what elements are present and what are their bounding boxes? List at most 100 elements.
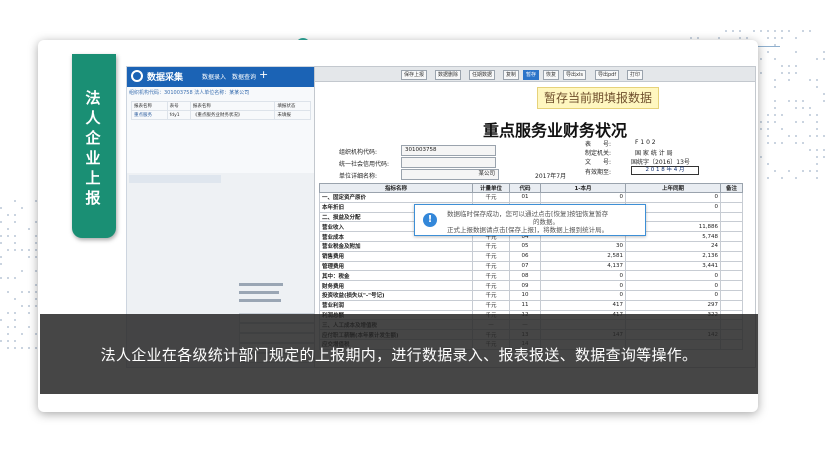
table-cell: 05	[510, 241, 541, 251]
section-tab-char: 法	[72, 88, 116, 108]
value-cell[interactable]: 30	[541, 241, 626, 251]
value-cell[interactable]: 24	[626, 241, 721, 251]
value-cell[interactable]: 2,136	[626, 251, 721, 261]
table-cell: 10	[510, 290, 541, 300]
table-row: 财务费用 千元 09 0 0	[320, 281, 743, 291]
table-cell: 06	[510, 251, 541, 261]
agency-label: 制定机关:	[585, 148, 611, 157]
table-cell: 投资收益(损失以"-"号记)	[320, 290, 473, 300]
table-cell[interactable]: 重点服务	[132, 111, 168, 120]
remark-cell[interactable]	[721, 290, 743, 300]
table-cell: 07	[510, 261, 541, 271]
value-cell[interactable]: 2,581	[541, 251, 626, 261]
value-cell[interactable]: 297	[626, 300, 721, 310]
expiry-label: 有效期至:	[585, 167, 611, 176]
value-cell[interactable]: 417	[541, 300, 626, 310]
dialog-text-line3: 正式上报数据请点击[保存上报]，将数据上报到统计局。	[447, 224, 608, 234]
table-cell: 营业利润	[320, 300, 473, 310]
value-cell[interactable]: 0	[626, 271, 721, 281]
value-cell[interactable]: 0	[541, 290, 626, 300]
value-cell[interactable]: 0	[626, 290, 721, 300]
table-cell: 千元	[473, 281, 510, 291]
table-row: 一、固定资产原价 千元 01 0 0	[320, 193, 743, 203]
stash-tooltip: 暂存当前期填报数据	[537, 87, 659, 109]
remark-cell[interactable]	[721, 212, 743, 222]
unit-name-field[interactable]: 某公司	[401, 169, 499, 180]
value-cell[interactable]: 4,137	[541, 261, 626, 271]
value-cell[interactable]: 3,441	[626, 261, 721, 271]
toolbar-button-export-xls[interactable]: 导出xls	[563, 70, 586, 80]
table-row: 营业利润 千元 11 417 297	[320, 300, 743, 310]
app-header: 数据采集 数据录入 数据查询 +	[127, 67, 315, 87]
org-code-field[interactable]: 301003758	[401, 145, 496, 156]
table-cell: 08	[510, 271, 541, 281]
table-header-cell: 表号	[167, 102, 190, 111]
table-cell: 千元	[473, 241, 510, 251]
toolbar-button-stash[interactable]: 暂存	[523, 70, 539, 80]
remark-cell[interactable]	[721, 271, 743, 281]
background-form-tab	[129, 175, 221, 183]
remark-cell[interactable]	[721, 193, 743, 203]
placeholder-line	[239, 291, 279, 294]
remark-cell[interactable]	[721, 281, 743, 291]
table-header-cell: 报表名称	[190, 102, 274, 111]
value-cell[interactable]: 0	[541, 271, 626, 281]
col-indicator-name: 指标名称	[320, 184, 473, 193]
remark-cell[interactable]	[721, 241, 743, 251]
toolbar-button-history[interactable]: 任期数据	[469, 70, 495, 80]
table-cell: fdy1	[167, 111, 190, 120]
sheet-toolbar: 保存上报 数据删除 任期数据 复制 暂存 恢复 导出xls 导出pdf 打印	[315, 67, 755, 82]
value-cell[interactable]: 0	[626, 281, 721, 291]
table-cell: 11	[510, 300, 541, 310]
agency-value: 国 家 统 计 局	[635, 148, 673, 157]
table-cell: 销售费用	[320, 251, 473, 261]
toolbar-button-delete[interactable]: 数据删除	[435, 70, 461, 80]
table-cell: 其中：税金	[320, 271, 473, 281]
toolbar-button-export-pdf[interactable]: 导出pdf	[595, 70, 619, 80]
placeholder-line	[239, 283, 283, 286]
caption-text: 法人企业在各级统计部门规定的上报期内，进行数据录入、报表报送、数据查询等操作。	[40, 344, 758, 365]
col-unit: 计量单位	[473, 184, 510, 193]
placeholder-line	[239, 299, 281, 302]
table-row: 营业税金及附加 千元 05 30 24	[320, 241, 743, 251]
remark-cell[interactable]	[721, 232, 743, 242]
value-cell[interactable]: 0	[626, 193, 721, 203]
table-row[interactable]: 重点服务 fdy1 《重点服务业财务状况》 未填报	[132, 111, 311, 120]
remark-cell[interactable]	[721, 202, 743, 212]
col-remarks: 备注	[721, 184, 743, 193]
table-row: 销售费用 千元 06 2,581 2,136	[320, 251, 743, 261]
section-tab-char: 业	[72, 148, 116, 168]
table-cell: 09	[510, 281, 541, 291]
toolbar-button-copy[interactable]: 复制	[503, 70, 519, 80]
value-cell[interactable]: 0	[541, 193, 626, 203]
decor-dots-left	[0, 200, 40, 350]
tab-data-entry[interactable]: 数据录入	[202, 72, 226, 81]
table-header-cell: 填报状态	[275, 102, 311, 111]
toolbar-button-save-submit[interactable]: 保存上报	[401, 70, 427, 80]
col-code: 代码	[510, 184, 541, 193]
app-logo-icon	[131, 70, 143, 82]
col-current: 1-本月	[541, 184, 626, 193]
report-list-table: 报表名称 表号 报表名称 填报状态 重点服务 fdy1 《重点服务业财务状况》 …	[131, 101, 311, 120]
tab-data-query[interactable]: 数据查询	[232, 72, 256, 81]
section-tab-char: 上	[72, 168, 116, 188]
remark-cell[interactable]	[721, 222, 743, 232]
value-cell[interactable]: 0	[541, 281, 626, 291]
remark-cell[interactable]	[721, 251, 743, 261]
app-title: 数据采集	[147, 70, 183, 83]
col-previous: 上年同期	[626, 184, 721, 193]
remark-cell[interactable]	[721, 261, 743, 271]
remark-cell[interactable]	[721, 300, 743, 310]
credit-code-field[interactable]	[401, 157, 496, 168]
section-tab-char: 报	[72, 188, 116, 208]
toolbar-button-print[interactable]: 打印	[627, 70, 643, 80]
add-tab-button[interactable]: +	[259, 68, 268, 81]
table-row: 投资收益(损失以"-"号记) 千元 10 0 0	[320, 290, 743, 300]
credit-code-label: 统一社会信用代码:	[339, 159, 389, 168]
table-cell: 千元	[473, 271, 510, 281]
caption-bar: 法人企业在各级统计部门规定的上报期内，进行数据录入、报表报送、数据查询等操作。	[40, 314, 758, 394]
table-header-row: 指标名称 计量单位 代码 1-本月 上年同期 备注	[320, 184, 743, 193]
toolbar-button-restore[interactable]: 恢复	[543, 70, 559, 80]
info-icon: !	[423, 213, 437, 227]
section-tab-char: 企	[72, 128, 116, 148]
